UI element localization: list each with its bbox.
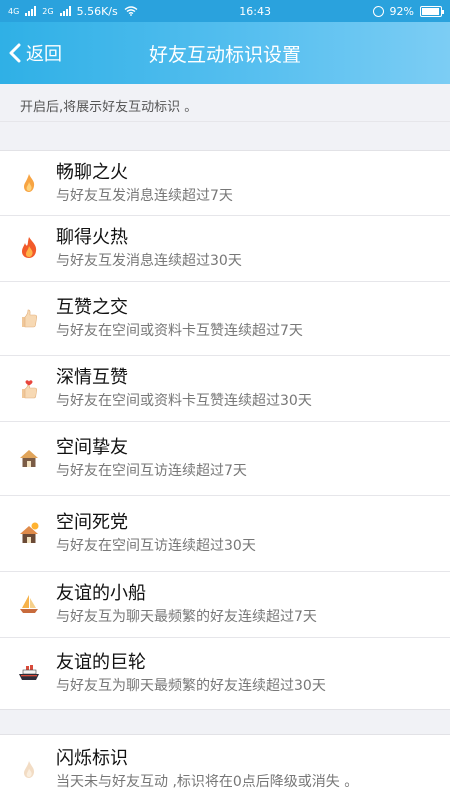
small-flame-icon: [16, 170, 42, 196]
item-name: 聊得火热: [56, 226, 128, 248]
item-name: 互赞之交: [56, 296, 128, 318]
house-icon: [16, 445, 42, 471]
title-bar: 返回 好友互动标识设置: [0, 22, 450, 84]
list-item[interactable]: 空间死党与好友在空间互访连续超过30天: [0, 495, 450, 571]
list-item[interactable]: 聊得火热与好友互发消息连续超过30天: [0, 215, 450, 281]
list-item[interactable]: 深情互赞与好友在空间或资料卡互赞连续超过30天: [0, 355, 450, 421]
list-item[interactable]: 友谊的小船与好友互为聊天最频繁的好友连续超过7天: [0, 571, 450, 637]
list-item[interactable]: 互赞之交与好友在空间或资料卡互赞连续超过7天: [0, 281, 450, 355]
item-name: 闪烁标识: [56, 747, 128, 769]
thumbs-up-icon: [16, 305, 42, 331]
list-item-flash[interactable]: 闪烁标识 当天未与好友互动 ,标识将在0点后降级或消失 。: [0, 735, 450, 800]
item-desc: 当天未与好友互动 ,标识将在0点后降级或消失 。: [56, 773, 359, 790]
faded-flame-icon: [16, 756, 42, 782]
sunny-house-icon: [16, 520, 42, 546]
ship-icon: [16, 660, 42, 686]
network-type: 4G: [8, 6, 20, 16]
back-label: 返回: [26, 44, 62, 65]
clock: 16:43: [239, 4, 271, 18]
item-name: 畅聊之火: [56, 161, 128, 183]
big-flame-icon: [16, 235, 42, 261]
network-type-2: 2G: [42, 6, 54, 16]
flash-section: 闪烁标识 当天未与好友互动 ,标识将在0点后降级或消失 。: [0, 734, 450, 800]
item-desc: 与好友在空间或资料卡互赞连续超过30天: [56, 392, 312, 409]
list-item[interactable]: 空间挚友与好友在空间互访连续超过7天: [0, 421, 450, 495]
network-speed: 5.56K/s: [76, 4, 118, 18]
item-desc: 与好友在空间或资料卡互赞连续超过7天: [56, 322, 303, 339]
item-name: 空间死党: [56, 511, 128, 533]
battery-percent: 92%: [389, 4, 414, 18]
item-name: 友谊的巨轮: [56, 651, 146, 673]
signal-icon-2: [59, 6, 71, 16]
chevron-left-icon: [9, 43, 21, 63]
list-item[interactable]: 畅聊之火与好友互发消息连续超过7天: [0, 151, 450, 215]
item-desc: 与好友在空间互访连续超过30天: [56, 537, 256, 554]
hint-text: 开启后,将展示好友互动标识 。: [0, 84, 450, 122]
item-desc: 与好友互发消息连续超过7天: [56, 187, 233, 204]
badge-list: 畅聊之火 与好友互发消息连续超过7天 聊得火热 与好友互发消息连续超过30天 互赞之交与…: [0, 150, 450, 710]
wifi-icon: [124, 6, 138, 16]
item-desc: 与好友互为聊天最频繁的好友连续超过7天: [56, 608, 317, 625]
item-name: 深情互赞: [56, 366, 128, 388]
item-desc: 与好友互发消息连续超过30天: [56, 252, 242, 269]
sailboat-icon: [16, 591, 42, 617]
alarm-icon: [372, 5, 384, 17]
heart-thumbs-up-icon: [16, 375, 42, 401]
status-bar: 4G 2G 5.56K/s 16:43 92%: [0, 0, 450, 22]
item-desc: 与好友互为聊天最频繁的好友连续超过30天: [56, 677, 326, 694]
item-name: 空间挚友: [56, 436, 128, 458]
list-item[interactable]: 友谊的巨轮与好友互为聊天最频繁的好友连续超过30天: [0, 637, 450, 709]
item-desc: 与好友在空间互访连续超过7天: [56, 462, 247, 479]
battery-icon: [420, 5, 444, 17]
page-title: 好友互动标识设置: [148, 43, 301, 66]
item-name: 友谊的小船: [56, 582, 146, 604]
back-button[interactable]: 返回: [8, 22, 62, 84]
signal-icon: [25, 6, 37, 16]
